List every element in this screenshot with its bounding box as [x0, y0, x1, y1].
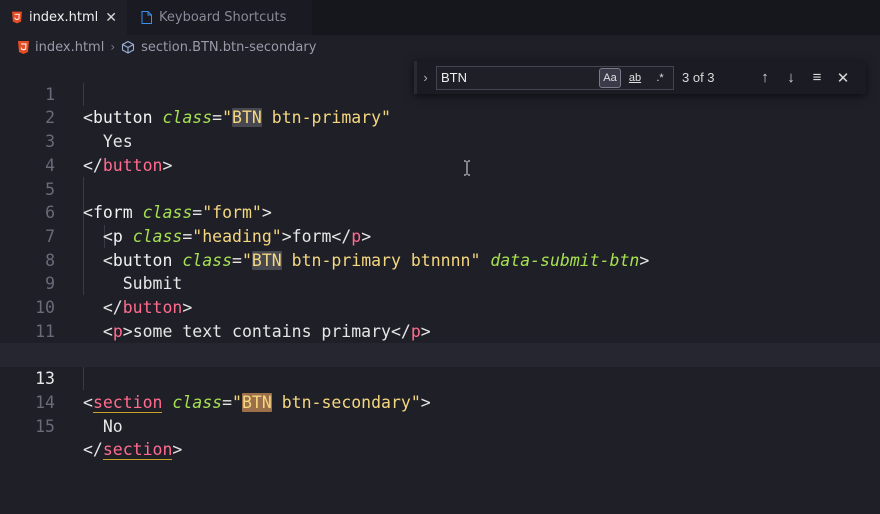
tab-index-html[interactable]: index.html ✕: [0, 0, 127, 35]
close-find-button[interactable]: ✕: [830, 69, 856, 87]
chevron-right-icon: ›: [110, 40, 116, 54]
code-line: 6 <p class="heading">form</p>: [0, 178, 880, 246]
line-code: </section>: [83, 440, 183, 461]
tab-keyboard-shortcuts[interactable]: Keyboard Shortcuts: [127, 0, 312, 35]
find-options: Aa ab .*: [599, 67, 671, 88]
code-line: 4: [0, 130, 880, 175]
tab-label: index.html: [28, 10, 99, 25]
toggle-replace-button[interactable]: ›: [414, 61, 434, 94]
find-widget: › BTN Aa ab .* 3 of 3 ↑ ↓ ≡ ✕: [414, 61, 866, 94]
code-line: 14 No: [0, 367, 880, 436]
find-in-selection-button[interactable]: ≡: [804, 69, 830, 86]
tab-bar: index.html ✕ Keyboard Shortcuts: [0, 0, 880, 35]
code-line: 10 <p>some text contains primary</p>: [0, 272, 880, 341]
code-line-current: 13 <section class="BTN btn-secondary">: [0, 343, 880, 413]
previous-match-button[interactable]: ↑: [752, 69, 778, 86]
code-line: 7 <button class="BTN btn-primary btnnnn"…: [0, 201, 880, 270]
breadcrumb-symbol[interactable]: section.BTN.btn-secondary: [141, 40, 316, 55]
html5-icon: [18, 40, 29, 54]
editor[interactable]: 1 <button class="BTN btn-primary" 2 Yes …: [0, 59, 880, 514]
close-icon[interactable]: ✕: [105, 10, 117, 26]
line-code: No: [102, 416, 123, 436]
code-line: 11 </form>: [0, 296, 880, 365]
find-input[interactable]: BTN Aa ab .*: [436, 65, 674, 90]
line-number: 15: [35, 416, 55, 436]
match-case-toggle[interactable]: Aa: [599, 67, 621, 88]
text-cursor-icon: [464, 160, 470, 176]
symbol-cube-icon: [122, 40, 135, 54]
html5-icon: [12, 11, 22, 24]
code-line: 3 </button>: [0, 106, 880, 175]
match-count: 3 of 3: [682, 70, 715, 85]
code-line: 9 </button>: [0, 249, 880, 317]
code-line: 8 Submit: [0, 225, 880, 294]
regex-toggle[interactable]: .*: [649, 68, 671, 88]
code-line: 15 </section>: [0, 391, 880, 461]
find-query: BTN: [441, 69, 467, 85]
tab-label: Keyboard Shortcuts: [159, 10, 287, 25]
next-match-button[interactable]: ↓: [778, 69, 804, 86]
code-line: 5 <form class="form">: [0, 154, 880, 223]
file-icon: [141, 11, 152, 24]
breadcrumb: index.html › section.BTN.btn-secondary: [0, 35, 880, 59]
breadcrumb-file[interactable]: index.html: [35, 40, 104, 55]
whole-word-toggle[interactable]: ab: [624, 68, 646, 88]
code-line: 12: [0, 320, 880, 364]
